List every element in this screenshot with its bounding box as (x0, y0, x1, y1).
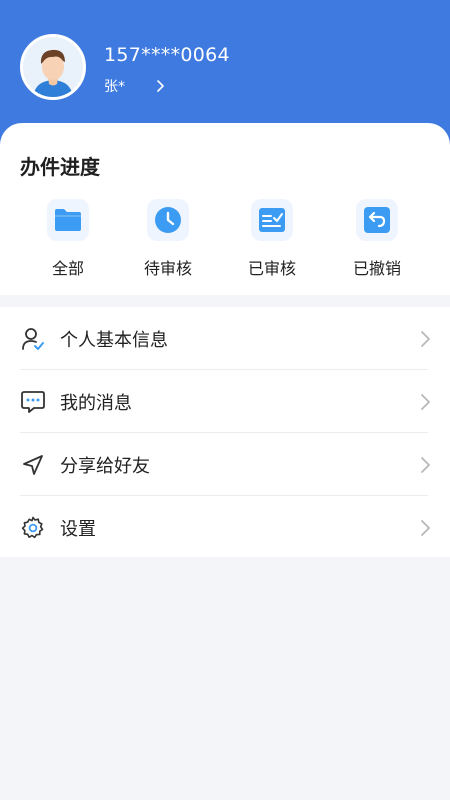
menu-item-settings[interactable]: 设置 (0, 496, 450, 559)
user-check-icon (21, 327, 45, 351)
chevron-right-icon (153, 79, 167, 93)
progress-title: 办件进度 (20, 155, 100, 179)
progress-all-label: 全部 (51, 259, 84, 278)
chevron-right-icon (418, 393, 432, 411)
section-divider (0, 295, 450, 307)
gear-icon (21, 516, 45, 540)
menu-item-messages[interactable]: 我的消息 (0, 370, 450, 433)
menu-label: 我的消息 (60, 392, 132, 414)
progress-revoked[interactable]: 已撤销 (337, 199, 417, 279)
settings-menu: 个人基本信息 我的消息 分享给好友 设置 (0, 307, 450, 557)
avatar[interactable] (20, 34, 86, 100)
avatar-illustration-icon (23, 37, 83, 97)
chevron-right-icon (418, 519, 432, 537)
menu-label: 设置 (60, 518, 96, 540)
menu-item-share[interactable]: 分享给好友 (0, 433, 450, 496)
progress-card: 办件进度 全部 待审核 已审核 已撤销 (0, 123, 450, 295)
clock-icon (147, 199, 189, 241)
progress-pending[interactable]: 待审核 (128, 199, 208, 279)
undo-icon (356, 199, 398, 241)
progress-pending-label: 待审核 (143, 259, 192, 278)
user-name-row[interactable]: 张* (104, 75, 167, 97)
message-icon (21, 390, 45, 414)
user-name: 张* (104, 79, 125, 95)
menu-item-personal-info[interactable]: 个人基本信息 (0, 307, 450, 370)
progress-revoked-label: 已撤销 (352, 259, 401, 278)
reviewed-document-icon (251, 199, 293, 241)
menu-label: 分享给好友 (60, 455, 150, 477)
user-phone: 157****0064 (104, 44, 230, 66)
progress-reviewed-label: 已审核 (247, 259, 296, 278)
progress-reviewed[interactable]: 已审核 (232, 199, 312, 279)
folder-icon (47, 199, 89, 241)
menu-label: 个人基本信息 (60, 329, 168, 351)
send-icon (21, 453, 45, 477)
chevron-right-icon (418, 456, 432, 474)
chevron-right-icon (418, 330, 432, 348)
progress-all[interactable]: 全部 (28, 199, 108, 279)
